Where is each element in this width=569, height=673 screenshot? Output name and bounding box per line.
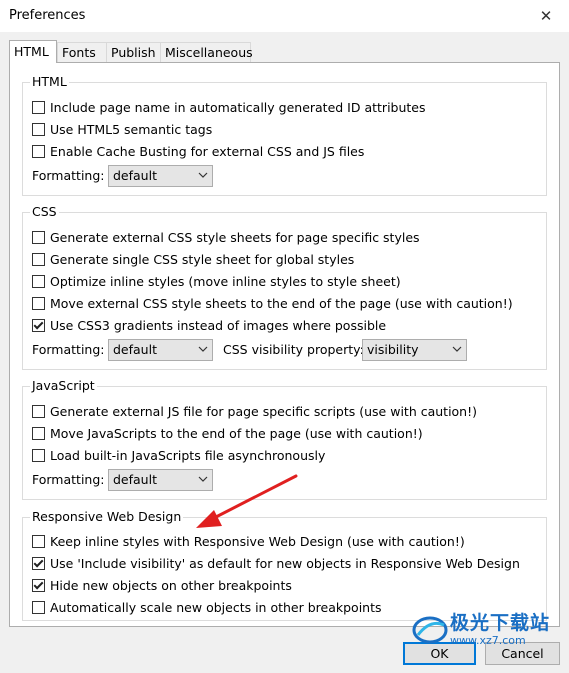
option-load-js-async[interactable]: Load built-in JavaScripts file asynchron… bbox=[32, 446, 325, 464]
group-responsive-web-design: Responsive Web Design Keep inline styles… bbox=[22, 509, 547, 621]
tab-fonts[interactable]: Fonts bbox=[57, 42, 107, 62]
css-formatting-select[interactable]: default bbox=[108, 339, 213, 361]
js-formatting-select[interactable]: default bbox=[108, 469, 213, 491]
option-external-css[interactable]: Generate external CSS style sheets for p… bbox=[32, 228, 420, 246]
watermark-text: 极光下载站 bbox=[450, 612, 551, 634]
checkbox[interactable] bbox=[32, 600, 45, 614]
formatting-label: Formatting: bbox=[32, 342, 105, 357]
checkbox[interactable] bbox=[32, 100, 45, 114]
tab-publish[interactable]: Publish bbox=[106, 42, 161, 62]
tab-miscellaneous[interactable]: Miscellaneous bbox=[160, 42, 253, 62]
checkbox[interactable] bbox=[32, 296, 45, 310]
window-title: Preferences bbox=[9, 8, 86, 23]
checkbox[interactable] bbox=[32, 230, 45, 244]
option-external-js[interactable]: Generate external JS file for page speci… bbox=[32, 402, 477, 420]
css-visibility-label: CSS visibility property: bbox=[223, 342, 364, 357]
checkbox[interactable] bbox=[32, 404, 45, 418]
option-move-css-end[interactable]: Move external CSS style sheets to the en… bbox=[32, 294, 513, 312]
watermark: 极光下载站 www.xz7.com bbox=[410, 612, 550, 647]
option-keep-inline-styles[interactable]: Keep inline styles with Responsive Web D… bbox=[32, 532, 465, 550]
checkbox[interactable] bbox=[32, 274, 45, 288]
title-bar: Preferences ✕ bbox=[0, 0, 569, 32]
group-css-legend: CSS bbox=[30, 204, 59, 220]
chevron-down-icon bbox=[198, 476, 208, 482]
checkbox[interactable] bbox=[32, 534, 45, 548]
chevron-down-icon bbox=[198, 172, 208, 178]
checkbox[interactable] bbox=[32, 448, 45, 462]
chevron-down-icon bbox=[452, 346, 462, 352]
group-javascript-legend: JavaScript bbox=[30, 378, 97, 394]
option-include-visibility[interactable]: Use 'Include visibility' as default for … bbox=[32, 554, 520, 572]
group-rwd-legend: Responsive Web Design bbox=[30, 509, 184, 525]
checkbox[interactable] bbox=[32, 122, 45, 136]
watermark-url: www.xz7.com bbox=[450, 634, 526, 647]
html-formatting-select[interactable]: default bbox=[108, 165, 213, 187]
group-html: HTML Include page name in automatically … bbox=[22, 74, 547, 196]
formatting-label: Formatting: bbox=[32, 168, 105, 183]
group-javascript: JavaScript Generate external JS file for… bbox=[22, 378, 547, 500]
checkbox[interactable] bbox=[32, 252, 45, 266]
formatting-label: Formatting: bbox=[32, 472, 105, 487]
watermark-logo-icon bbox=[412, 616, 448, 643]
option-hide-new-objects[interactable]: Hide new objects on other breakpoints bbox=[32, 576, 292, 594]
option-html5-semantic-tags[interactable]: Use HTML5 semantic tags bbox=[32, 120, 212, 138]
option-css3-gradients[interactable]: Use CSS3 gradients instead of images whe… bbox=[32, 316, 386, 334]
option-include-page-name[interactable]: Include page name in automatically gener… bbox=[32, 98, 426, 116]
checkbox[interactable] bbox=[32, 144, 45, 158]
chevron-down-icon bbox=[198, 346, 208, 352]
checkbox-checked[interactable] bbox=[32, 556, 45, 570]
option-move-js-end[interactable]: Move JavaScripts to the end of the page … bbox=[32, 424, 423, 442]
tab-html[interactable]: HTML bbox=[9, 40, 57, 63]
group-css: CSS Generate external CSS style sheets f… bbox=[22, 204, 547, 370]
option-auto-scale[interactable]: Automatically scale new objects in other… bbox=[32, 598, 382, 616]
css-visibility-select[interactable]: visibility bbox=[362, 339, 467, 361]
checkbox[interactable] bbox=[32, 426, 45, 440]
group-html-legend: HTML bbox=[30, 74, 69, 90]
option-optimize-inline[interactable]: Optimize inline styles (move inline styl… bbox=[32, 272, 401, 290]
checkbox-checked[interactable] bbox=[32, 578, 45, 592]
close-icon[interactable]: ✕ bbox=[523, 0, 569, 32]
checkbox-checked[interactable] bbox=[32, 318, 45, 332]
option-cache-busting[interactable]: Enable Cache Busting for external CSS an… bbox=[32, 142, 364, 160]
option-single-css[interactable]: Generate single CSS style sheet for glob… bbox=[32, 250, 354, 268]
